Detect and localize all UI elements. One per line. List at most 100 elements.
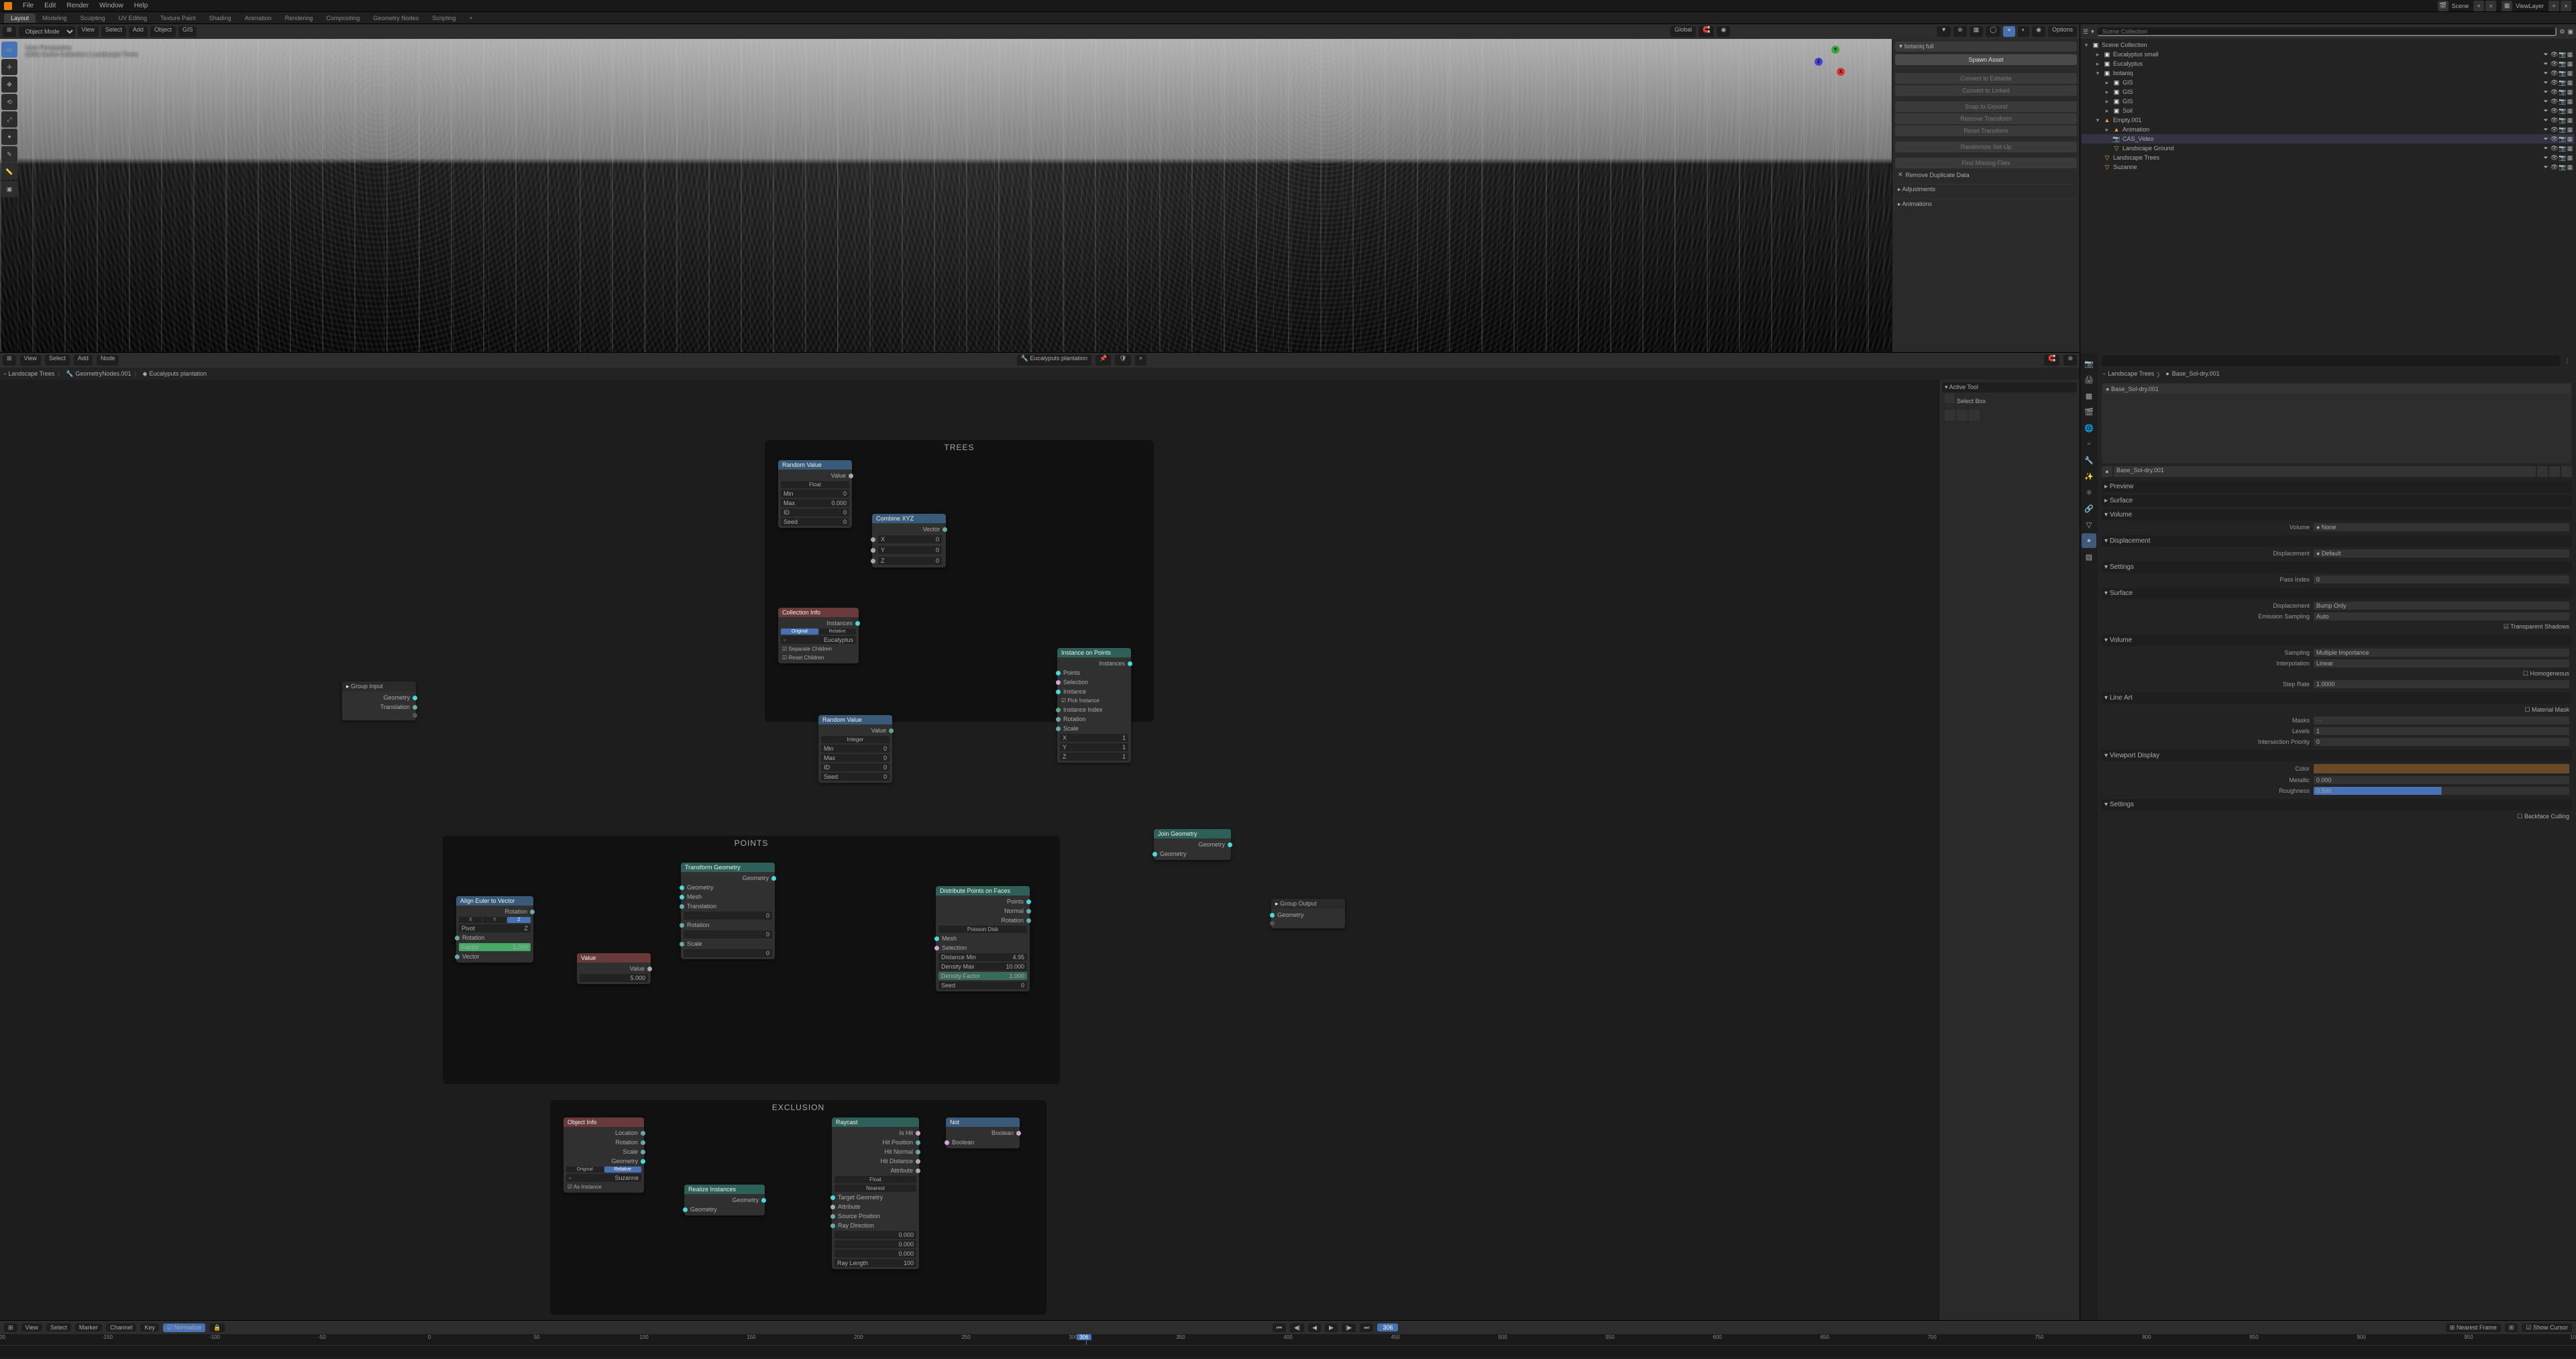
- timeline-ruler[interactable]: -200-150-100-500501001502002503003504004…: [0, 1334, 2576, 1345]
- orientation-selector[interactable]: Global: [1670, 26, 1696, 37]
- npanel-convert-linked[interactable]: Convert to Linked: [1895, 85, 2077, 96]
- node-value[interactable]: Value Value 5.000: [577, 953, 651, 984]
- node-menu-select[interactable]: Select: [45, 355, 70, 366]
- tl-keyframe-next-icon[interactable]: |▶: [1342, 1323, 1356, 1332]
- crumb-object[interactable]: ▫ Landscape Trees: [4, 370, 54, 377]
- menu-file[interactable]: File: [17, 2, 39, 9]
- panel-volume-settings[interactable]: Volume: [2102, 635, 2572, 646]
- properties-body[interactable]: ⋮ ▫Landscape Trees〉●Base_Sol-dry.001 ● B…: [2098, 353, 2576, 1320]
- gizmo-y-axis[interactable]: Y: [1831, 46, 1839, 54]
- object-field[interactable]: ▫Suzanne: [566, 1174, 641, 1182]
- intersection-priority-field[interactable]: 0: [2314, 738, 2569, 746]
- outliner-type-icon[interactable]: ☰: [2083, 28, 2088, 36]
- outliner-filter-icon[interactable]: ⚙: [2559, 28, 2565, 36]
- crumb-nodegroup[interactable]: ◆ Eucalyputs plantation: [143, 370, 207, 378]
- tree-row[interactable]: 📷CAS_Video⏷👁📷▦: [2082, 134, 2575, 144]
- node-header[interactable]: Collection Info: [778, 608, 859, 617]
- npanel-randomize-setup[interactable]: Randomize Set-Up: [1895, 142, 2077, 152]
- space-toggle[interactable]: OriginalRelative: [781, 629, 856, 635]
- id-field[interactable]: ID0: [821, 763, 890, 771]
- gizmo-toggle-icon[interactable]: ▼: [1937, 26, 1951, 37]
- material-unlink-icon[interactable]: [2561, 466, 2572, 477]
- properties-search[interactable]: [2102, 356, 2560, 366]
- type-dropdown[interactable]: Float: [781, 481, 849, 488]
- panel-displacement[interactable]: Displacement: [2102, 535, 2572, 547]
- npanel-icon-2[interactable]: [1957, 410, 1968, 421]
- material-slots[interactable]: ● Base_Sol-dry.001: [2102, 383, 2572, 464]
- node-align-euler[interactable]: Align Euler to Vector Rotation XYZ Pivot…: [456, 896, 533, 963]
- max-field[interactable]: Max0.000: [781, 499, 849, 507]
- tool-transform-icon[interactable]: ✦: [1, 129, 17, 145]
- node-header[interactable]: Object Info: [564, 1118, 644, 1127]
- viewport-menu-gis[interactable]: GIS: [178, 26, 197, 37]
- node-modifier-selector[interactable]: 🔧 Eucalyputs plantation: [1017, 355, 1091, 366]
- node-transform-geometry[interactable]: Transform Geometry Geometry Geometry Mes…: [681, 863, 775, 959]
- shading-matprev-icon[interactable]: ◐: [2018, 26, 2029, 37]
- xray-toggle-icon[interactable]: ▦: [1970, 26, 1984, 37]
- color-swatch[interactable]: [2314, 764, 2569, 773]
- ptab-constraint-icon[interactable]: 🔗: [2082, 501, 2096, 516]
- 3d-viewport[interactable]: ⊞ Object Mode View Select Add Object GIS…: [0, 24, 2080, 353]
- tree-row[interactable]: ▾▣botaniq⏷👁📷▦: [2082, 68, 2575, 78]
- node-unlink-icon[interactable]: ×: [1135, 355, 1146, 366]
- disp-method-dropdown[interactable]: Bump Only: [2314, 602, 2569, 610]
- viewport-menu-select[interactable]: Select: [101, 26, 126, 37]
- tool-rotate-icon[interactable]: ⟲: [1, 94, 17, 110]
- tab-geonodes[interactable]: Geometry Nodes: [366, 13, 425, 23]
- menu-render[interactable]: Render: [61, 2, 94, 9]
- node-snap-icon[interactable]: 🧲: [2044, 355, 2059, 366]
- tl-menu-view[interactable]: View: [21, 1323, 42, 1331]
- panel-volume[interactable]: Volume: [2102, 509, 2572, 521]
- shading-solid-icon[interactable]: ●: [2003, 26, 2015, 37]
- tl-jump-start-icon[interactable]: ⏮: [1273, 1323, 1286, 1332]
- node-header[interactable]: Raycast: [832, 1118, 919, 1127]
- tree-row[interactable]: ▸▣Eucalyptus small⏷👁📷▦: [2082, 50, 2575, 59]
- tab-texpaint[interactable]: Texture Paint: [154, 13, 203, 23]
- viewlayer-delete-icon[interactable]: ×: [2561, 1, 2571, 11]
- material-browse-icon[interactable]: ●: [2102, 466, 2112, 477]
- tree-row[interactable]: ▸▣Soil⏷👁📷▦: [2082, 106, 2575, 115]
- npanel-convert-editable[interactable]: Convert to Editable: [1895, 73, 2077, 84]
- ptab-object-icon[interactable]: ▫: [2082, 437, 2096, 451]
- tree-row[interactable]: ▾▲Empty.001⏷👁📷▦: [2082, 115, 2575, 125]
- panel-lineart[interactable]: Line Art: [2102, 692, 2572, 704]
- proportional-edit-icon[interactable]: ◉: [1717, 26, 1730, 37]
- tree-row[interactable]: ▸▣GIS⏷👁📷▦: [2082, 87, 2575, 97]
- node-shield-icon[interactable]: 🛡: [1115, 355, 1130, 366]
- ptab-output-icon[interactable]: 🖨: [2082, 372, 2096, 387]
- tl-current-frame[interactable]: 306: [1377, 1323, 1398, 1331]
- node-canvas[interactable]: ▸ Group Input Geometry Translation TREES…: [0, 380, 2080, 1320]
- tl-play-icon[interactable]: ▶: [1325, 1323, 1338, 1332]
- tree-row[interactable]: ▽Landscape Ground⏷👁📷▦: [2082, 144, 2575, 153]
- tl-menu-select[interactable]: Select: [46, 1323, 71, 1331]
- panel-viewport-display[interactable]: Viewport Display: [2102, 750, 2572, 761]
- timeline-track[interactable]: [0, 1345, 2576, 1358]
- shading-rendered-icon[interactable]: ◉: [2032, 26, 2045, 37]
- node-distribute-points[interactable]: Distribute Points on Faces Points Normal…: [936, 886, 1030, 991]
- tl-play-reverse-icon[interactable]: ◀: [1308, 1323, 1321, 1332]
- node-realize-instances[interactable]: Realize Instances Geometry Geometry: [684, 1185, 765, 1215]
- tool-select-box-icon[interactable]: ▭: [1, 42, 17, 58]
- node-header[interactable]: Join Geometry: [1154, 829, 1231, 838]
- node-random-value-1[interactable]: Random Value Value Float Min0 Max0.000 I…: [778, 460, 852, 528]
- material-name-field[interactable]: Base_Sol-dry.001: [2114, 466, 2536, 477]
- node-collection-info[interactable]: Collection Info Instances OriginalRelati…: [778, 608, 859, 663]
- emission-sampling-dropdown[interactable]: Auto: [2314, 612, 2569, 620]
- tab-shading[interactable]: Shading: [203, 13, 238, 23]
- ptab-world-icon[interactable]: 🌐: [2082, 421, 2096, 435]
- viewport-menu-view[interactable]: View: [78, 26, 99, 37]
- tab-compositing[interactable]: Compositing: [319, 13, 366, 23]
- node-header[interactable]: Distribute Points on Faces: [936, 886, 1030, 895]
- options-dropdown[interactable]: Options: [2048, 26, 2077, 37]
- tab-modeling[interactable]: Modeling: [36, 13, 74, 23]
- npanel-remove-transform[interactable]: Remove Transform: [1895, 113, 2077, 124]
- outliner-display-icon[interactable]: ▾: [2091, 28, 2094, 36]
- npanel-remove-duplicate[interactable]: ✕Remove Duplicate Data: [1895, 170, 2077, 180]
- node-header[interactable]: Instance on Points: [1057, 648, 1131, 657]
- metallic-slider[interactable]: 0.000: [2314, 776, 2569, 784]
- tree-row[interactable]: ▸▣GIS⏷👁📷▦: [2082, 97, 2575, 106]
- node-header[interactable]: Align Euler to Vector: [456, 896, 533, 906]
- as-instance-check[interactable]: As Instance: [566, 1183, 641, 1191]
- id-field[interactable]: ID0: [781, 508, 849, 517]
- collection-field[interactable]: ▫Eucalyptus: [781, 636, 856, 644]
